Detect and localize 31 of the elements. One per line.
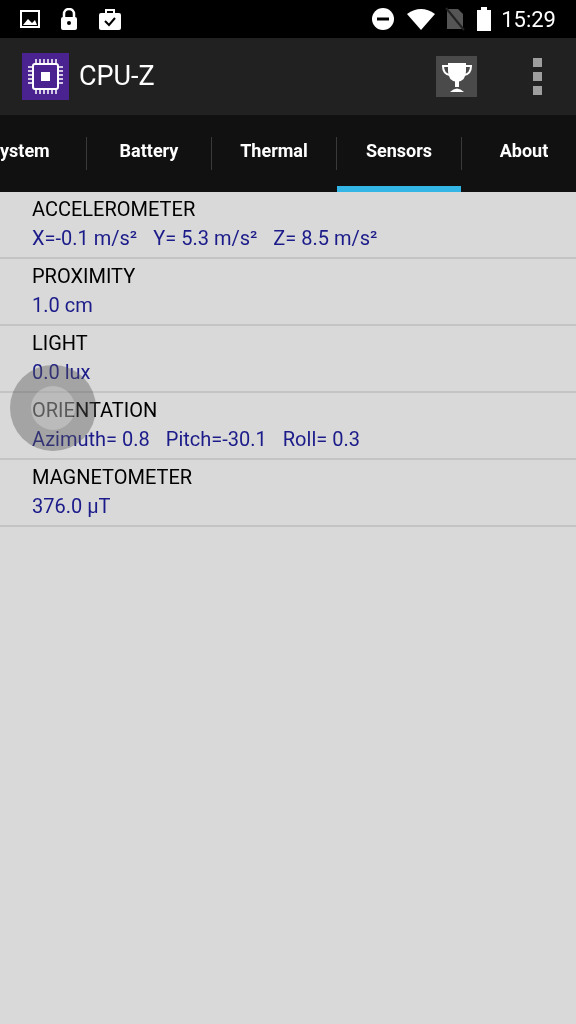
sensor-value: Azimuth= 0.8 (32, 426, 150, 453)
wifi-icon (407, 8, 436, 30)
sensor-value: X=-0.1 m/s² (32, 225, 138, 252)
trophy-icon (441, 60, 472, 93)
tab[interactable]: ystem (0, 115, 86, 192)
tab[interactable]: Battery (87, 115, 211, 192)
sensor-value: 0.0 lux (32, 359, 91, 386)
sensor-name: ACCELEROMETER (32, 196, 196, 223)
sensor-name: ORIENTATION (32, 397, 158, 424)
tab[interactable]: Sensors (337, 115, 461, 192)
chip-icon (22, 53, 69, 100)
battery-icon (477, 7, 492, 31)
do-not-disturb-icon (371, 7, 396, 31)
sensor-value: Pitch=-30.1 (165, 426, 267, 453)
image-icon (20, 10, 40, 28)
sensor-value: Z= 8.5 m/s² (273, 225, 378, 252)
no-sim-icon (445, 7, 466, 31)
sensor-name: LIGHT (32, 330, 88, 357)
sensor-value: Roll= 0.3 (282, 426, 360, 453)
tab[interactable]: Thermal (212, 115, 336, 192)
trophy-button[interactable] (436, 56, 477, 97)
sensor-name: PROXIMITY (32, 263, 136, 290)
sensor-value: Y= 5.3 m/s² (153, 225, 258, 252)
app-title: CPU-Z (79, 59, 155, 95)
clock: 15:29 (501, 5, 556, 34)
sensor-value: 376.0 µT (32, 493, 111, 520)
sensor-name: MAGNETOMETER (32, 464, 193, 491)
briefcase-check-icon (98, 8, 122, 30)
tab[interactable]: About (462, 115, 576, 192)
sensor-value: 1.0 cm (32, 292, 93, 319)
lock-icon (60, 8, 78, 30)
